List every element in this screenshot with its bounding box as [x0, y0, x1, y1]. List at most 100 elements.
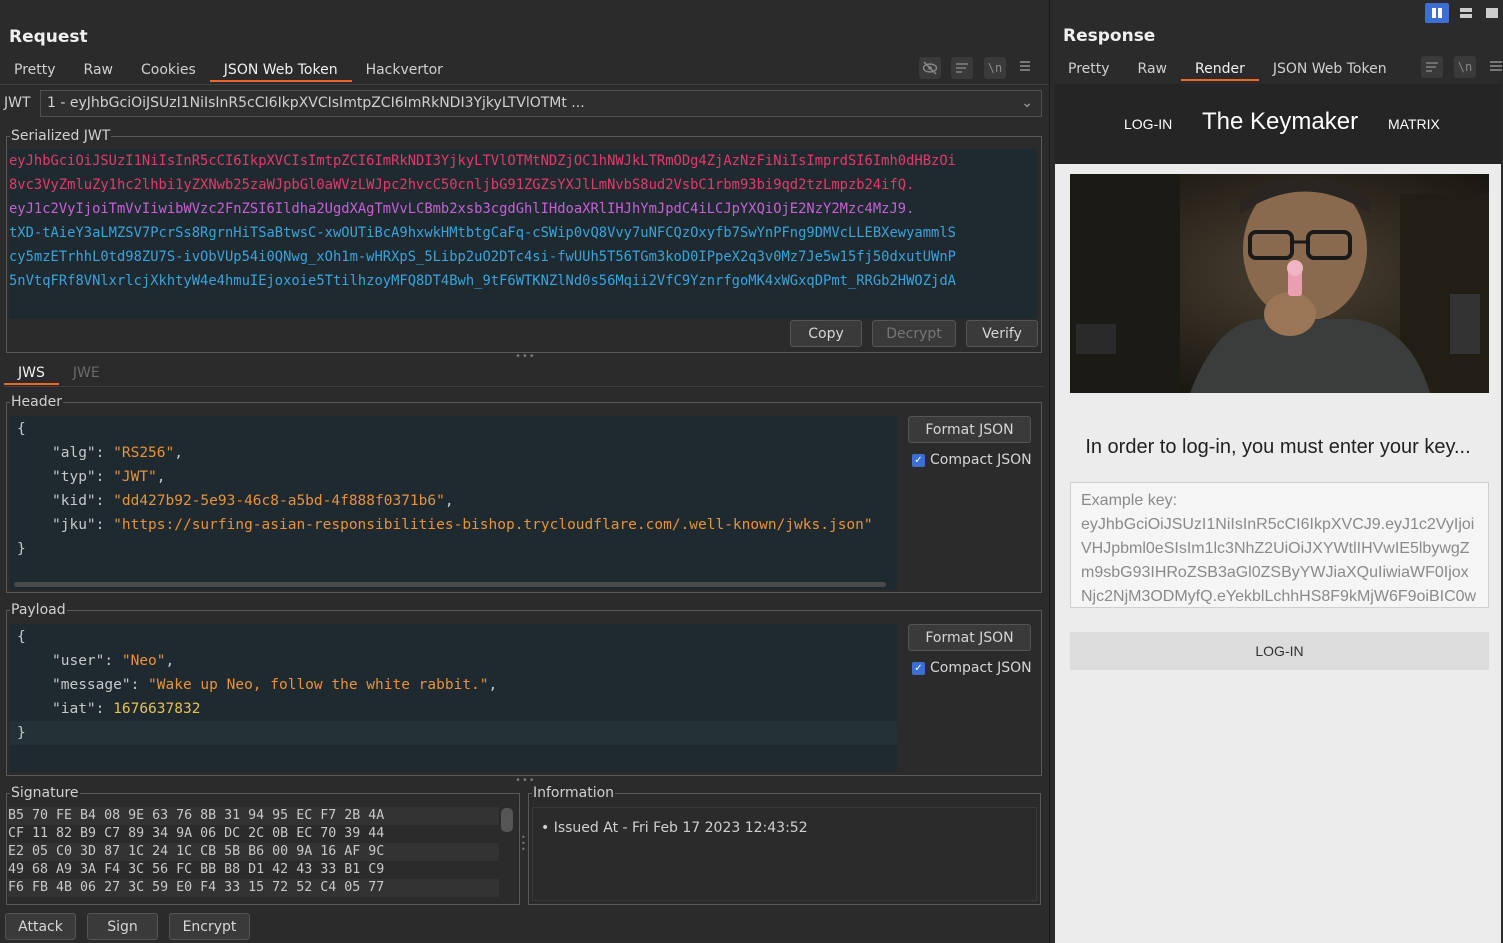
wrap-lines-icon[interactable]: [951, 57, 973, 79]
response-tabs: Pretty Raw Render JSON Web Token: [1054, 57, 1401, 81]
divider: [0, 84, 1048, 85]
serialized-jwt-text[interactable]: eyJhbGciOiJSUzI1NiIsInR5cCI6IkpXVCIsImtp…: [9, 149, 1037, 319]
jwt-line: 5nVtqFRf8VNlxrlcjXkhtyW4e4hmuIEjoxoie5Tt…: [9, 273, 956, 289]
divider: [4, 386, 1044, 387]
single-pane-icon[interactable]: [1482, 3, 1503, 23]
information-legend: Information: [533, 785, 615, 801]
horizontal-scrollbar[interactable]: [14, 582, 886, 587]
user-value: "Neo": [121, 653, 166, 669]
hex-row: F6 FB 4B 06 27 3C 59 E0 F4 33 15 72 52 C…: [8, 879, 499, 897]
copy-button[interactable]: Copy: [790, 320, 862, 347]
json-brace: }: [17, 541, 26, 557]
message-value: "Wake up Neo, follow the white rabbit.": [148, 677, 489, 693]
json-line-message: "message": "Wake up Neo, follow the whit…: [52, 677, 498, 693]
encrypt-button[interactable]: Encrypt: [169, 913, 250, 940]
hex-row: E2 05 C0 3D 87 1C 24 1C CB 5B B6 00 9A 1…: [8, 843, 499, 861]
hide-eye-icon[interactable]: [919, 57, 941, 79]
request-tabs: Pretty Raw Cookies JSON Web Token Hackve…: [0, 58, 457, 82]
tab-pretty[interactable]: Pretty: [1054, 57, 1124, 81]
hex-row: CF 11 82 B9 C7 89 34 9A 06 DC 2C 0B EC 7…: [8, 826, 385, 841]
nav-matrix-link[interactable]: MATRIX: [1388, 116, 1440, 132]
tab-json-web-token[interactable]: JSON Web Token: [1259, 57, 1401, 81]
json-line-kid: "kid": "dd427b92-5e93-46c8-a5bd-4f888f03…: [52, 493, 454, 509]
json-line-alg: "alg": "RS256",: [52, 445, 183, 461]
jwt-line: 8vc3VyZmluZy1hc2lhbi1yZXNwb25zaWJpbGl0aW…: [9, 177, 915, 193]
rendered-page: LOG-IN The Keymaker MATRIX In order to l…: [1055, 84, 1501, 943]
menu-icon[interactable]: [1018, 58, 1034, 78]
alg-value: "RS256": [113, 445, 175, 461]
keymaker-photo: [1070, 174, 1489, 393]
json-line-user: "user": "Neo",: [52, 653, 175, 669]
tab-cookies[interactable]: Cookies: [127, 58, 210, 82]
iat-value: 1676637832: [113, 701, 201, 717]
tab-raw[interactable]: Raw: [70, 58, 127, 82]
newline-icon[interactable]: \n: [1454, 56, 1476, 78]
tab-raw[interactable]: Raw: [1124, 57, 1181, 81]
key-textarea[interactable]: Example key: eyJhbGciOiJSUzI1NiIsInR5cCI…: [1070, 482, 1489, 608]
jwt-select-value: 1 - eyJhbGciOiJSUzI1NiIsInR5cCI6IkpXVCIs…: [47, 95, 585, 111]
tab-pretty[interactable]: Pretty: [0, 58, 70, 82]
request-title: Request: [9, 27, 88, 47]
header-json-editor[interactable]: { "alg": "RS256", "typ": "JWT", "kid": "…: [10, 416, 897, 590]
signature-hex[interactable]: B5 70 FE B4 08 9E 63 76 8B 31 94 95 EC F…: [8, 807, 499, 902]
tab-json-web-token[interactable]: JSON Web Token: [209, 58, 352, 82]
payload-compact-json-checkbox[interactable]: ✓ Compact JSON: [912, 660, 1032, 676]
hex-row: 49 68 A9 3A F4 3C 56 FC BB B8 D1 42 43 3…: [8, 862, 385, 877]
json-brace: {: [17, 421, 26, 437]
jwt-line: cy5mzETrhhL0td98ZU7S-ivObVUp54i0QNwg_xOh…: [9, 249, 956, 265]
splitter-handle[interactable]: •••: [521, 834, 526, 854]
nav-login-link[interactable]: LOG-IN: [1124, 116, 1172, 132]
splitter-handle[interactable]: •••: [515, 351, 536, 362]
jwt-line: eyJ1c2VyIjoiTmVvIiwibWVzc2FnZSI6Ildha2Ug…: [9, 201, 915, 217]
split-horizontal-icon[interactable]: [1425, 3, 1449, 23]
response-pane: Response Pretty Raw Render JSON Web Toke…: [1053, 0, 1503, 943]
jwt-line: eyJhbGciOiJSUzI1NiIsInR5cCI6IkpXVCIsImtp…: [9, 153, 956, 169]
header-format-json-button[interactable]: Format JSON: [908, 416, 1031, 443]
header-compact-json-checkbox[interactable]: ✓ Compact JSON: [912, 452, 1032, 468]
serialized-jwt-legend: Serialized JWT: [11, 128, 111, 144]
login-button[interactable]: LOG-IN: [1070, 632, 1489, 670]
jwt-select[interactable]: 1 - eyJhbGciOiJSUzI1NiIsInR5cCI6IkpXVCIs…: [40, 90, 1042, 117]
json-brace: {: [17, 629, 26, 645]
jku-value: "https://surfing-asian-responsibilities-…: [113, 517, 873, 533]
kid-value: "dd427b92-5e93-46c8-a5bd-4f888f0371b6": [113, 493, 445, 509]
key-placeholder-line: eyJhbGciOiJSUzI1NiIsInR5cCI6IkpXVCJ9.eyJ…: [1081, 516, 1475, 533]
information-item: • Issued At - Fri Feb 17 2023 12:43:52: [541, 820, 808, 836]
site-brand[interactable]: The Keymaker: [1202, 108, 1358, 136]
split-vertical-icon[interactable]: [1454, 3, 1478, 23]
checkmark-icon: ✓: [912, 661, 925, 675]
verify-button[interactable]: Verify: [966, 320, 1038, 347]
tab-hackvertor[interactable]: Hackvertor: [352, 58, 457, 82]
information-list: • Issued At - Fri Feb 17 2023 12:43:52: [532, 807, 1037, 901]
attack-button[interactable]: Attack: [5, 913, 76, 940]
jwt-line: tXD-tAieY3aLMZSV7PcrSs8RgrnHiTSaBtwsC-xw…: [9, 225, 956, 241]
wrap-lines-icon[interactable]: [1421, 56, 1443, 78]
payload-legend: Payload: [11, 602, 66, 618]
site-navbar: LOG-IN The Keymaker MATRIX: [1055, 84, 1501, 164]
tab-jws[interactable]: JWS: [4, 361, 59, 385]
json-brace: }: [10, 721, 897, 745]
checkmark-icon: ✓: [912, 453, 925, 467]
vertical-scrollbar[interactable]: [501, 808, 513, 832]
newline-icon[interactable]: \n: [984, 57, 1006, 79]
compact-json-label: Compact JSON: [930, 660, 1032, 676]
typ-value: "JWT": [113, 469, 157, 485]
key-placeholder-line: Example key:: [1081, 492, 1178, 509]
sign-button[interactable]: Sign: [87, 913, 158, 940]
key-placeholder-line: m9sbG93IHRoZSB3aGl0ZSByYWJiaXQuIiwiaWF0I…: [1081, 564, 1469, 581]
tab-jwe[interactable]: JWE: [59, 361, 114, 385]
decrypt-button[interactable]: Decrypt: [872, 320, 956, 347]
chevron-down-icon: ⌄: [1021, 95, 1033, 111]
tab-render[interactable]: Render: [1180, 57, 1259, 81]
compact-json-label: Compact JSON: [930, 452, 1032, 468]
jws-jwe-tabs: JWS JWE: [4, 361, 114, 385]
response-title: Response: [1063, 26, 1156, 46]
json-line-typ: "typ": "JWT",: [52, 469, 166, 485]
json-line-iat: "iat": 1676637832: [52, 701, 201, 717]
json-line-jku: "jku": "https://surfing-asian-responsibi…: [52, 517, 873, 533]
payload-format-json-button[interactable]: Format JSON: [908, 624, 1031, 651]
header-legend: Header: [11, 394, 62, 410]
menu-icon[interactable]: [1489, 58, 1503, 78]
payload-json-editor[interactable]: { "user": "Neo", "message": "Wake up Neo…: [10, 624, 897, 772]
hex-row: B5 70 FE B4 08 9E 63 76 8B 31 94 95 EC F…: [8, 807, 499, 825]
